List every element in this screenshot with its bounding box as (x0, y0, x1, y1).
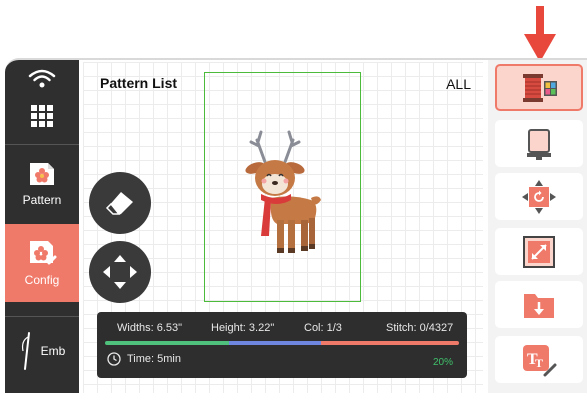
sidebar-item-emb[interactable]: Emb (5, 316, 79, 386)
rotate-button[interactable] (495, 173, 583, 220)
sidebar-item-pattern[interactable]: Pattern (5, 144, 79, 224)
color-count: Col: 1/3 (304, 322, 342, 334)
progress-segment (320, 341, 459, 345)
text-button[interactable]: T T (495, 336, 583, 383)
sidebar: Pattern Config Emb (5, 60, 79, 393)
clock-icon (107, 352, 121, 366)
width-value: Widths: 6.53" (117, 322, 183, 334)
sidebar-item-label: Pattern (22, 193, 62, 207)
embroidery-frame-icon (527, 128, 551, 160)
page-title: Pattern List (100, 75, 178, 91)
progress-percent: 20% (432, 357, 453, 368)
progress-segment (105, 341, 229, 345)
wifi-icon (28, 69, 56, 88)
height-value: Height: 3.22" (211, 322, 275, 334)
resize-icon (523, 235, 555, 268)
scale-button[interactable] (495, 228, 583, 275)
filter-all-button[interactable]: ALL (446, 76, 471, 92)
time-estimate: Time: 5min (127, 353, 181, 365)
screen: Pattern Config Emb Pattern List ALL Widt… (0, 0, 587, 393)
eraser-icon (105, 192, 133, 215)
time-row: Time: 5min (107, 352, 181, 366)
pattern-canvas[interactable]: Pattern List ALL Widths: 6.53" Height: 3… (83, 62, 483, 393)
config-edit-icon (30, 241, 57, 265)
sidebar-item-grid[interactable] (5, 90, 79, 142)
tool-column: T T (488, 60, 587, 393)
design-info-panel: Widths: 6.53" Height: 3.22" Col: 1/3 Sti… (97, 312, 467, 378)
folder-import-icon (524, 293, 554, 318)
hoop-frame-button[interactable] (495, 120, 583, 167)
deer-embroidery-design[interactable] (233, 128, 333, 258)
grid-menu-icon (31, 105, 53, 127)
progress-segment (228, 341, 321, 345)
rotate-icon (522, 179, 556, 214)
sidebar-item-label: Emb (40, 344, 66, 358)
sidebar-item-label: Config (24, 273, 60, 287)
move-button[interactable] (89, 241, 151, 303)
pattern-flower-icon (30, 163, 54, 185)
thread-spool-icon (523, 73, 557, 102)
sidebar-item-config[interactable]: Config (5, 224, 79, 302)
thread-color-button[interactable] (495, 64, 583, 111)
eraser-button[interactable] (89, 172, 151, 234)
text-edit-icon: T T (523, 344, 557, 376)
pointer-arrow-icon (524, 6, 556, 62)
move-arrows-icon (103, 255, 137, 289)
device-screen: Pattern Config Emb Pattern List ALL Widt… (5, 58, 587, 393)
needle-icon (21, 332, 30, 370)
stitch-count: Stitch: 0/4327 (386, 322, 454, 334)
svg-text:T: T (535, 356, 543, 370)
import-button[interactable] (495, 281, 583, 328)
color-progress-bar (105, 341, 459, 345)
